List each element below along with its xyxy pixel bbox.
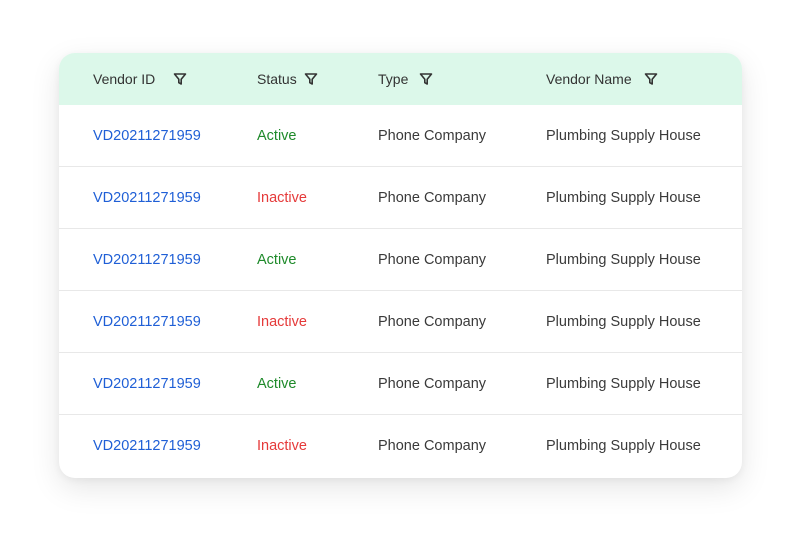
column-label: Type	[378, 71, 409, 87]
vendor-name-cell: Plumbing Supply House	[546, 437, 701, 454]
vendor-id-link[interactable]: VD20211271959	[93, 353, 201, 414]
column-label: Status	[257, 71, 297, 87]
column-header-status: Status	[257, 53, 318, 105]
filter-icon[interactable]	[173, 72, 187, 86]
type-cell: Phone Company	[378, 127, 487, 144]
status-badge: Active	[257, 251, 297, 268]
type-cell: Phone Company	[378, 437, 487, 454]
column-header-type: Type	[378, 53, 433, 105]
vendor-name-cell: Plumbing Supply House	[546, 189, 701, 206]
vendor-id-link[interactable]: VD20211271959	[93, 167, 201, 228]
table-row[interactable]: VD20211271959 Active Phone Company Plumbing…	[59, 105, 742, 167]
table-row[interactable]: VD20211271959 Inactive Phone Company Plumbi…	[59, 291, 742, 353]
table-body: VD20211271959 Active Phone Company Plumbing…	[59, 105, 742, 477]
vendor-id-link[interactable]: VD20211271959	[93, 105, 201, 166]
column-label: Vendor ID	[93, 71, 156, 87]
column-header-vendor-name: Vendor Name	[546, 53, 658, 105]
column-label: Vendor Name	[546, 71, 632, 87]
status-badge: Active	[257, 127, 297, 144]
status-badge: Inactive	[257, 189, 307, 206]
table-row[interactable]: VD20211271959 Inactive Phone Company Plumbi…	[59, 167, 742, 229]
vendor-table: Vendor ID Status Type Vendor Name VD2021…	[59, 53, 742, 478]
vendor-id-link[interactable]: VD20211271959	[93, 291, 201, 352]
vendor-id-link[interactable]: VD20211271959	[93, 229, 201, 290]
type-cell: Phone Company	[378, 189, 487, 206]
vendor-name-cell: Plumbing Supply House	[546, 127, 701, 144]
filter-icon[interactable]	[419, 72, 433, 86]
filter-icon[interactable]	[644, 72, 658, 86]
table-header: Vendor ID Status Type Vendor Name	[59, 53, 742, 105]
table-row[interactable]: VD20211271959 Active Phone Company Plumbing…	[59, 229, 742, 291]
table-row[interactable]: VD20211271959 Active Phone Company Plumbing…	[59, 353, 742, 415]
table-row[interactable]: VD20211271959 Inactive Phone Company Plumbi…	[59, 415, 742, 477]
type-cell: Phone Company	[378, 313, 487, 330]
vendor-name-cell: Plumbing Supply House	[546, 251, 701, 268]
vendor-id-link[interactable]: VD20211271959	[93, 415, 201, 476]
type-cell: Phone Company	[378, 375, 487, 392]
filter-icon[interactable]	[304, 72, 318, 86]
column-header-vendor-id: Vendor ID	[93, 53, 187, 105]
status-badge: Inactive	[257, 313, 307, 330]
vendor-name-cell: Plumbing Supply House	[546, 375, 701, 392]
status-badge: Inactive	[257, 437, 307, 454]
vendor-name-cell: Plumbing Supply House	[546, 313, 701, 330]
type-cell: Phone Company	[378, 251, 487, 268]
status-badge: Active	[257, 375, 297, 392]
